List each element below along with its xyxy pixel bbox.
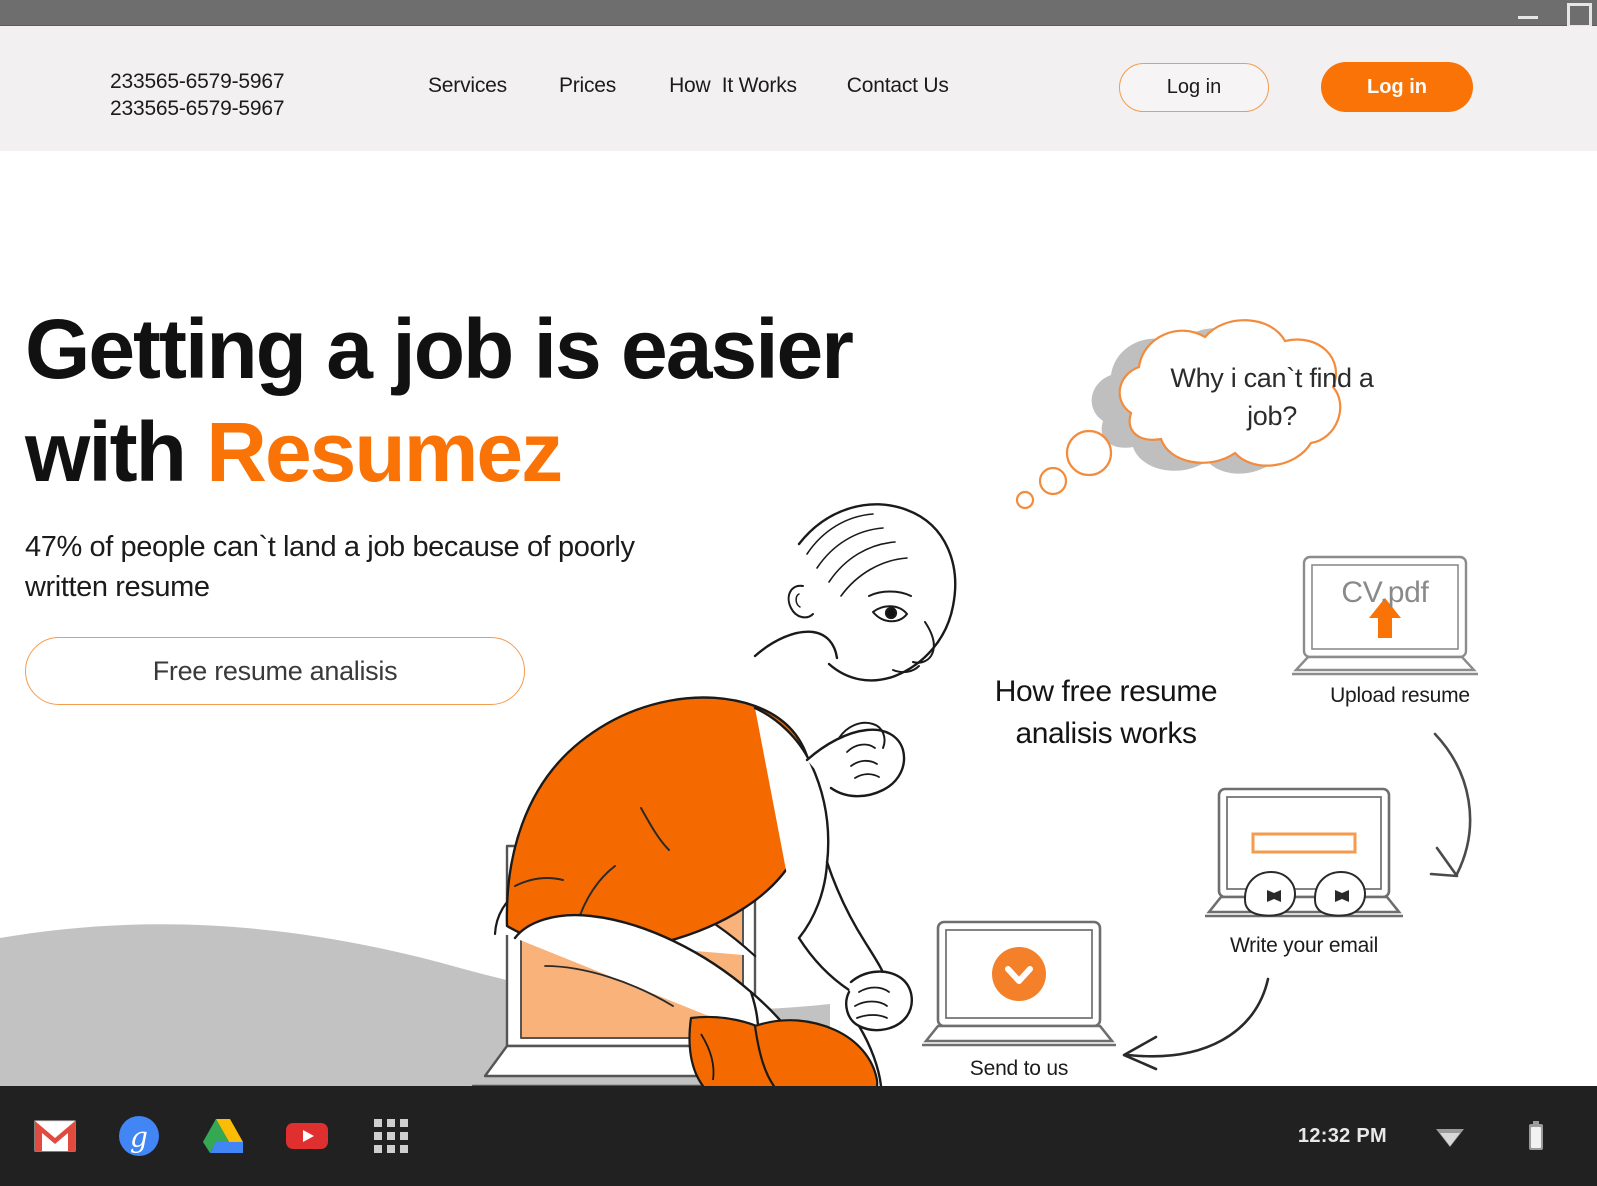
flow-step-email-caption: Write your email (1229, 934, 1379, 957)
success-circle-icon (992, 947, 1046, 1001)
taskbar-app-icons: g (32, 1113, 414, 1159)
taskbar: g 12:32 PM (0, 1086, 1597, 1186)
apps-grid-icon[interactable] (368, 1113, 414, 1159)
hero-title-line1: Getting a job is easier (25, 302, 854, 396)
phone-numbers: 233565-6579-5967 233565-6579-5967 (110, 68, 284, 122)
brand-name: Resumez (206, 405, 563, 499)
flow-step-send: Send to us (920, 919, 1130, 1081)
flow-step-send-caption: Send to us (969, 1057, 1069, 1080)
phone-number-2[interactable]: 233565-6579-5967 (110, 95, 284, 122)
hero-section: Getting a job is easier with Resumez 47%… (25, 298, 925, 705)
thought-bubble-shape (1015, 319, 1342, 510)
nav-item-contact-us[interactable]: Contact Us (847, 74, 949, 98)
minimize-button[interactable] (1515, 0, 1541, 26)
google-drive-icon[interactable] (200, 1113, 246, 1159)
thought-bubble-text: Why i can`t find a job? (1170, 363, 1374, 431)
thought-bubble: Why i can`t find a job? (975, 301, 1435, 531)
webpage-viewport: 233565-6579-5967 233565-6579-5967 Servic… (0, 26, 1597, 1086)
auth-buttons: Log in Log in (1119, 62, 1473, 112)
laptop-typing-icon (1205, 787, 1403, 918)
clock[interactable]: 12:32 PM (1298, 1125, 1387, 1148)
free-resume-analysis-button[interactable]: Free resume analisis (25, 637, 525, 705)
laptop-screen-filename: CV.pdf (1341, 576, 1429, 609)
svg-text:g: g (130, 1121, 148, 1154)
window-controls (1515, 0, 1592, 28)
screen: 233565-6579-5967 233565-6579-5967 Servic… (0, 0, 1597, 1186)
youtube-icon[interactable] (284, 1113, 330, 1159)
nav-item-services[interactable]: Services (428, 74, 507, 98)
nav-item-how-it-works[interactable]: How It Works (669, 74, 797, 98)
flow-step-upload: CV.pdf Upload resume (1290, 554, 1510, 708)
battery-icon[interactable] (1513, 1113, 1559, 1159)
gray-hill-shape (0, 924, 830, 1086)
maximize-button[interactable] (1563, 0, 1592, 28)
hero-subtitle: 47% of people can`t land a job because o… (25, 531, 635, 603)
flow-section-title: How free resume analisis works (994, 675, 1218, 750)
window-titlebar (0, 0, 1597, 28)
page-title: Getting a job is easier with Resumez (25, 298, 925, 504)
taskbar-status-area: 12:32 PM (1298, 1113, 1559, 1159)
hero-title-line2-prefix: with (25, 405, 207, 499)
flow-step-upload-caption: Upload resume (1330, 684, 1470, 707)
gmail-icon[interactable] (32, 1113, 78, 1159)
laptop-icon (1292, 555, 1478, 676)
login-outline-button[interactable]: Log in (1119, 62, 1269, 112)
phone-number-1[interactable]: 233565-6579-5967 (110, 68, 284, 95)
google-search-icon[interactable]: g (116, 1113, 162, 1159)
login-primary-button[interactable]: Log in (1321, 62, 1473, 112)
nav-item-prices[interactable]: Prices (559, 74, 616, 98)
site-header: 233565-6579-5967 233565-6579-5967 Servic… (0, 26, 1597, 151)
flow-step-email: Write your email (1205, 786, 1420, 958)
laptop-confirm-icon (922, 920, 1116, 1047)
main-navigation: Services Prices How It Works Contact Us (428, 74, 949, 98)
wifi-icon[interactable] (1427, 1113, 1473, 1159)
